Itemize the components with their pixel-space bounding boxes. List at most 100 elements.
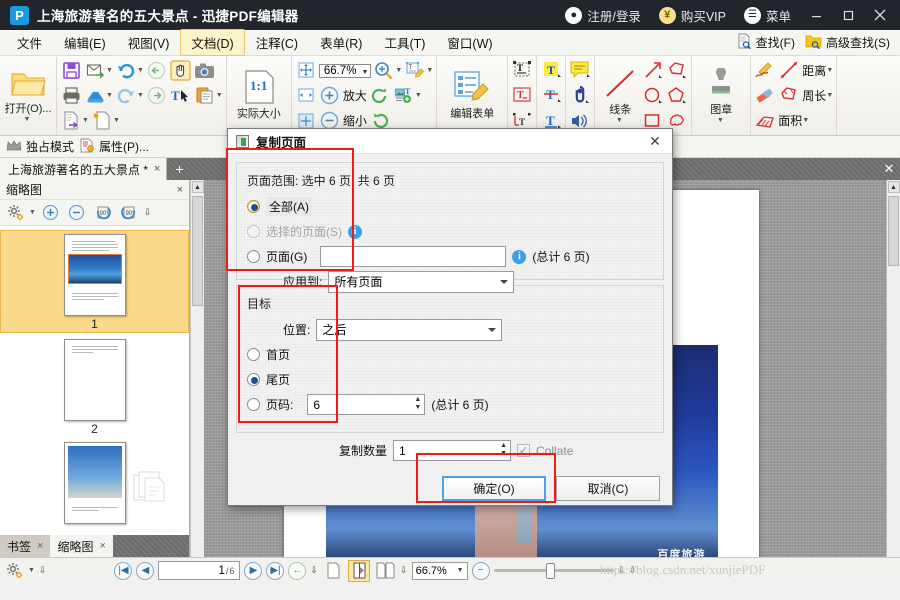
minimize-button[interactable] [800, 0, 832, 30]
copies-row[interactable]: 复制数量 1 ▲ ▼ ✓ Collate [236, 438, 664, 463]
insert-image-text-icon[interactable]: T [393, 84, 415, 106]
comment-note-icon[interactable] [569, 59, 591, 81]
page-number-spinner-arrows[interactable]: ▲ ▼ [414, 396, 421, 411]
status-zoom-input[interactable]: 66.7% ▼ [411, 561, 468, 580]
facing-pages-icon[interactable] [374, 560, 396, 582]
panel-tab-bookmarks-close-icon[interactable]: × [37, 540, 43, 552]
distance-dropdown-caret[interactable]: ▼ [826, 67, 833, 74]
perimeter-dropdown-caret[interactable]: ▼ [826, 92, 833, 99]
radio-all-pages[interactable] [247, 200, 260, 213]
pages-input-info-icon[interactable]: i [512, 249, 527, 264]
document-tab[interactable]: 上海旅游著名的五大景点 * × [0, 158, 168, 180]
radio-custom-pages[interactable] [247, 250, 260, 263]
circle-shape-icon[interactable] [642, 84, 664, 106]
thumbnail-list[interactable]: 1 2 [0, 226, 189, 535]
close-document-button[interactable]: ✕ [878, 158, 900, 180]
perimeter-label[interactable]: 周长 [802, 87, 826, 104]
first-page-icon[interactable]: |◀ [114, 561, 133, 580]
advanced-find-button[interactable]: 高级查找(S) [805, 33, 890, 52]
doc-scrollbar-thumb[interactable] [888, 196, 899, 266]
new-doc-dropdown-caret[interactable]: ▼ [113, 117, 120, 124]
distance-label[interactable]: 距离 [802, 62, 826, 79]
zoom-slider[interactable] [493, 562, 614, 580]
view-mode-chevrons-icon[interactable]: ⇩ [400, 565, 408, 576]
prev-page-icon[interactable]: ◀ [136, 561, 155, 580]
radio-all-pages-label[interactable]: 全部(A) [266, 197, 312, 216]
zoom-out-label[interactable]: 缩小 [343, 112, 367, 129]
save-icon[interactable] [60, 59, 82, 81]
doc-scroll-up-arrow-icon[interactable]: ▲ [887, 181, 900, 193]
redo-dropdown-caret[interactable]: ▼ [137, 92, 144, 99]
maximize-button[interactable] [832, 0, 864, 30]
insert-image-dropdown-caret[interactable]: ▼ [415, 92, 422, 99]
panel-tab-bookmarks[interactable]: 书签 × [0, 535, 51, 557]
ok-button[interactable]: 确定(O) [442, 475, 546, 501]
zoom-in-magnifier-icon[interactable] [373, 59, 395, 81]
zoom-slider-knob[interactable] [545, 562, 555, 579]
pentagon-shape-icon[interactable] [666, 84, 688, 106]
zoom-in-circle-icon[interactable] [319, 84, 341, 106]
thumbnail-item[interactable]: 2 [0, 339, 189, 436]
panel-tab-thumbnails-close-icon[interactable]: × [99, 540, 105, 552]
menu-form[interactable]: 表单(R) [309, 29, 373, 56]
previous-view-icon[interactable] [146, 59, 168, 81]
menu-document[interactable]: 文档(D) [180, 29, 245, 56]
arrow-shape-icon[interactable] [642, 59, 664, 81]
mail-icon[interactable] [84, 59, 106, 81]
rotate-right-90-icon[interactable]: 90° [118, 202, 140, 224]
actual-size-button[interactable]: 1:1 实际大小 [230, 58, 288, 133]
rotate-left-90-icon[interactable]: 90° [92, 202, 114, 224]
text-underline-box-icon[interactable]: T [511, 84, 533, 106]
pencil-markup-icon[interactable] [754, 59, 776, 81]
zoom-out-circle-icon[interactable]: − [471, 561, 490, 580]
scroll-up-arrow-icon[interactable]: ▲ [191, 181, 204, 193]
panel-tab-thumbnails[interactable]: 缩略图 × [50, 535, 113, 557]
edit-form-button[interactable]: 编辑表单 [440, 58, 504, 133]
copies-spinner[interactable]: 1 ▲ ▼ [393, 440, 512, 461]
more-chevrons-icon[interactable]: ⇩ [144, 207, 152, 218]
new-doc-icon[interactable] [91, 110, 113, 132]
menu-edit[interactable]: 编辑(E) [53, 29, 117, 56]
radio-first-page-label[interactable]: 首页 [266, 346, 290, 363]
zoom-in-label[interactable]: 放大 [343, 87, 367, 104]
eraser-icon[interactable] [754, 84, 776, 106]
redo-icon[interactable] [115, 84, 137, 106]
paste-clipboard-icon[interactable] [194, 84, 216, 106]
page-number-spinner[interactable]: 6 ▲ ▼ [307, 394, 426, 415]
continuous-page-icon[interactable] [348, 559, 371, 582]
next-page-icon[interactable]: ▶ [244, 561, 263, 580]
fit-width-icon[interactable] [295, 84, 317, 106]
thumbnail-item[interactable]: 1 [0, 230, 189, 333]
buy-vip-button[interactable]: ¥ 购买VIP [650, 0, 735, 30]
select-text-icon[interactable]: T [170, 84, 192, 106]
paste-dropdown-caret[interactable]: ▼ [216, 92, 223, 99]
rotate-ccw-icon[interactable] [369, 84, 391, 106]
open-button[interactable]: 打开(O)... ▼ [3, 58, 53, 133]
radio-first-page[interactable] [247, 348, 260, 361]
thumbnail-scrollbar[interactable]: ▲ [190, 180, 204, 557]
thumbnail-settings-caret[interactable]: ▼ [29, 209, 36, 216]
radio-row-first-page[interactable]: 首页 [247, 342, 653, 367]
status-settings-caret[interactable]: ▼ [28, 567, 35, 574]
collate-checkbox[interactable]: ✓ [517, 444, 531, 457]
position-row[interactable]: 位置: 之后 [247, 317, 653, 342]
radio-custom-pages-label[interactable]: 页面(G) [266, 248, 307, 265]
area-dropdown-caret[interactable]: ▼ [802, 117, 809, 124]
print-icon[interactable] [60, 84, 82, 106]
radio-last-page-label[interactable]: 尾页 [266, 371, 290, 388]
new-tab-button[interactable]: + [167, 158, 191, 180]
area-label[interactable]: 面积 [778, 112, 802, 129]
stamp-button[interactable]: 图章 ▼ [695, 58, 747, 133]
main-menu-button[interactable]: ☰ 菜单 [735, 0, 800, 30]
zoom-dropdown-caret[interactable]: ▼ [361, 69, 368, 76]
radio-page-number[interactable] [247, 398, 260, 411]
stamp-dropdown-caret[interactable]: ▼ [717, 117, 724, 124]
scrollbar-thumb[interactable] [192, 196, 203, 306]
zoom-in-icon[interactable] [40, 202, 62, 224]
status-settings-gear-icon[interactable] [4, 560, 26, 582]
pages-range-input[interactable] [320, 246, 507, 267]
line-dropdown-caret[interactable]: ▼ [616, 117, 623, 124]
menu-view[interactable]: 视图(V) [117, 29, 181, 56]
menu-tools[interactable]: 工具(T) [373, 29, 436, 56]
last-page-icon[interactable]: ▶| [266, 561, 285, 580]
